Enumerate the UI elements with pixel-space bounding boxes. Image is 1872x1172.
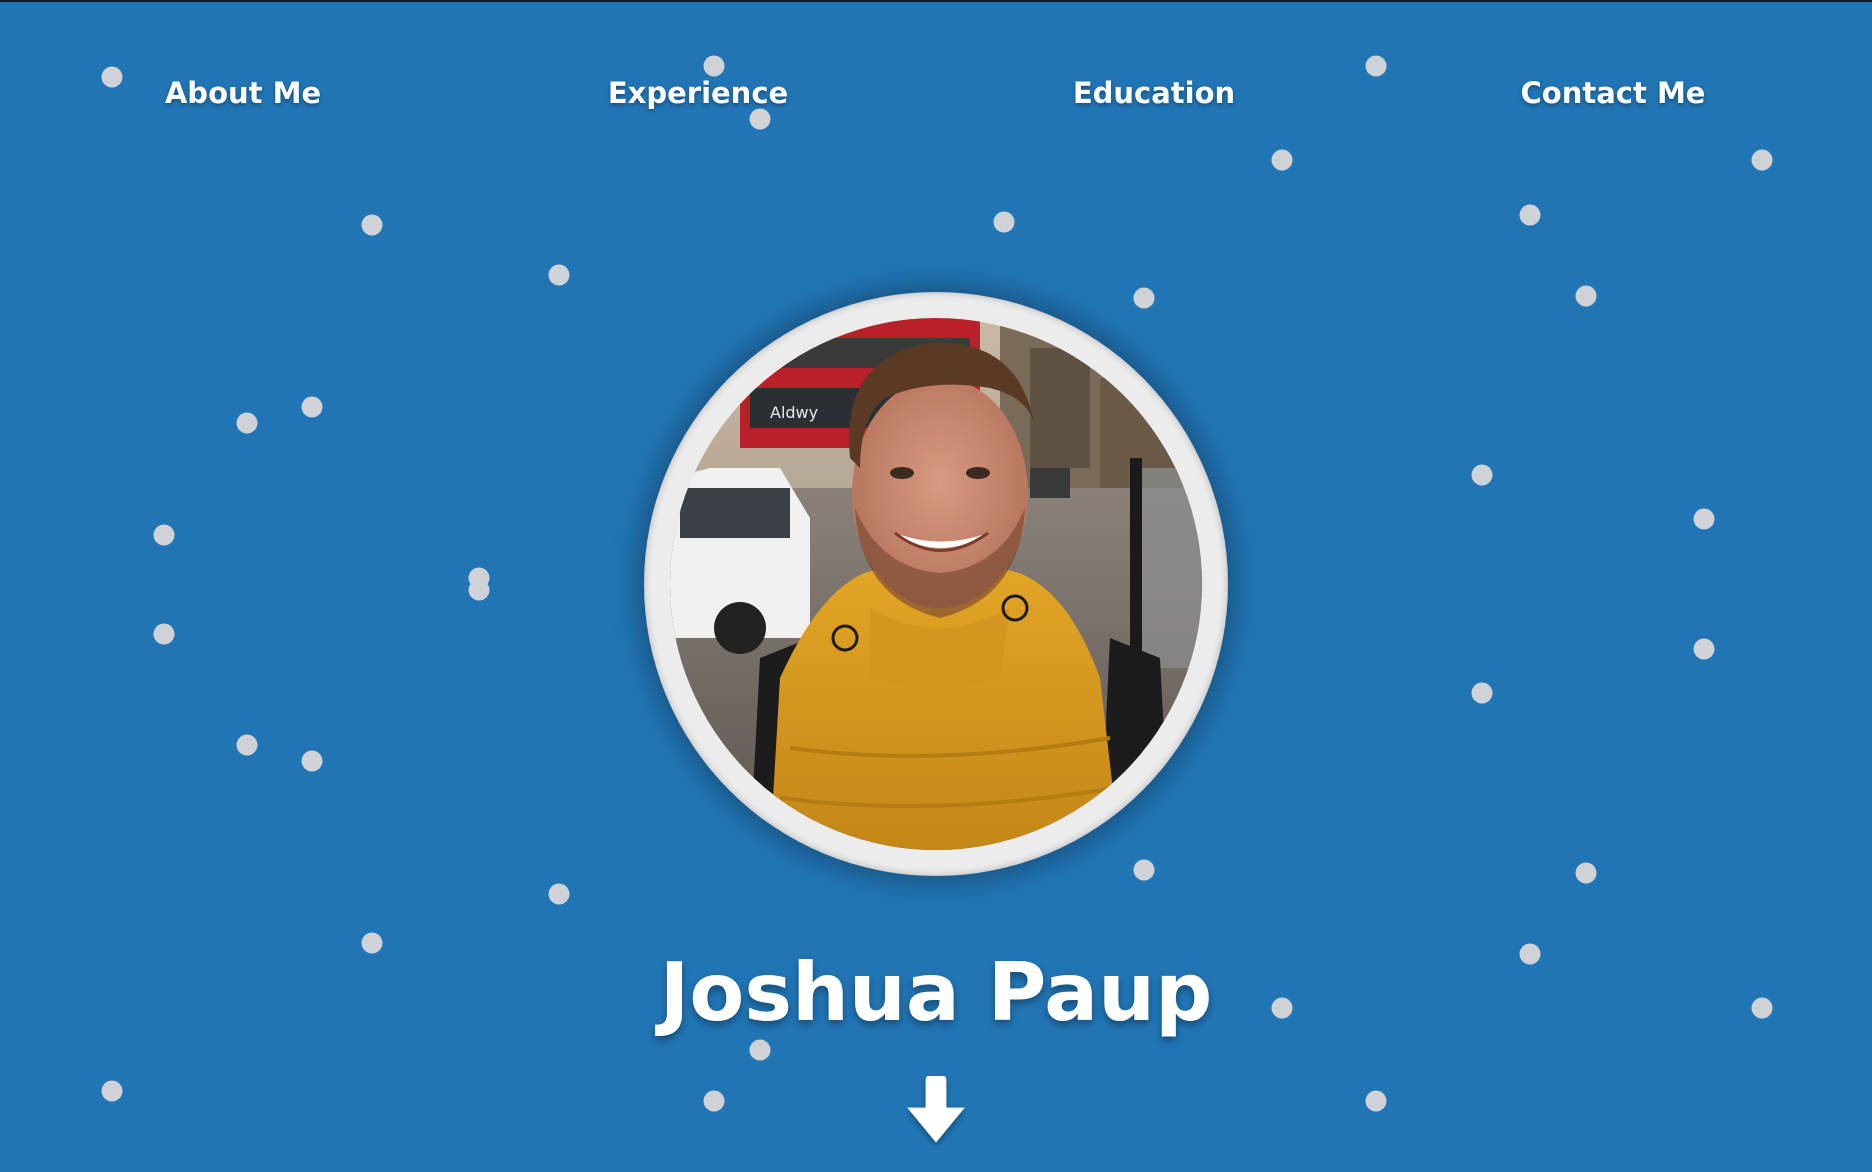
particle-dot bbox=[1471, 464, 1493, 486]
particle-dot bbox=[1575, 862, 1597, 884]
particle-dot bbox=[749, 1039, 771, 1061]
particle-dot bbox=[548, 883, 570, 905]
particle-dot bbox=[1575, 285, 1597, 307]
particle-dot bbox=[703, 1090, 725, 1112]
particle-dot bbox=[1693, 508, 1715, 530]
particle-dot bbox=[153, 623, 175, 645]
arrow-down-icon[interactable] bbox=[906, 1075, 966, 1146]
profile-avatar: Aldwy bbox=[644, 292, 1228, 876]
nav-link-experience[interactable]: Experience bbox=[608, 76, 788, 110]
particle-dot bbox=[1751, 997, 1773, 1019]
nav-link-contact-me[interactable]: Contact Me bbox=[1521, 76, 1706, 110]
particle-dot bbox=[361, 214, 383, 236]
bus-sign-text: Aldwy bbox=[770, 403, 818, 422]
particle-dot bbox=[1693, 638, 1715, 660]
particle-dot bbox=[361, 932, 383, 954]
profile-photo: Aldwy bbox=[670, 318, 1202, 850]
particle-dot bbox=[548, 264, 570, 286]
particle-dot bbox=[1271, 997, 1293, 1019]
particle-dot bbox=[1133, 287, 1155, 309]
profile-name: Joshua Paup bbox=[659, 945, 1213, 1039]
particle-dot bbox=[993, 211, 1015, 233]
particle-dot bbox=[236, 412, 258, 434]
particle-dot bbox=[1365, 55, 1387, 77]
particle-dot bbox=[1519, 943, 1541, 965]
particle-dot bbox=[468, 567, 490, 589]
main-navigation: About Me Experience Education Contact Me bbox=[0, 76, 1872, 120]
nav-link-about-me[interactable]: About Me bbox=[165, 76, 321, 110]
particle-dot bbox=[301, 396, 323, 418]
particle-dot bbox=[1133, 859, 1155, 881]
particle-dot bbox=[1271, 149, 1293, 171]
particle-dot bbox=[1751, 149, 1773, 171]
particle-dot bbox=[101, 1080, 123, 1102]
particle-dot bbox=[236, 734, 258, 756]
particle-dot bbox=[468, 579, 490, 601]
particle-dot bbox=[1519, 204, 1541, 226]
nav-link-education[interactable]: Education bbox=[1073, 76, 1235, 110]
particle-dot bbox=[1365, 1090, 1387, 1112]
particle-dot bbox=[1471, 682, 1493, 704]
particle-dot bbox=[703, 55, 725, 77]
particle-dot bbox=[153, 524, 175, 546]
particle-dot bbox=[301, 750, 323, 772]
